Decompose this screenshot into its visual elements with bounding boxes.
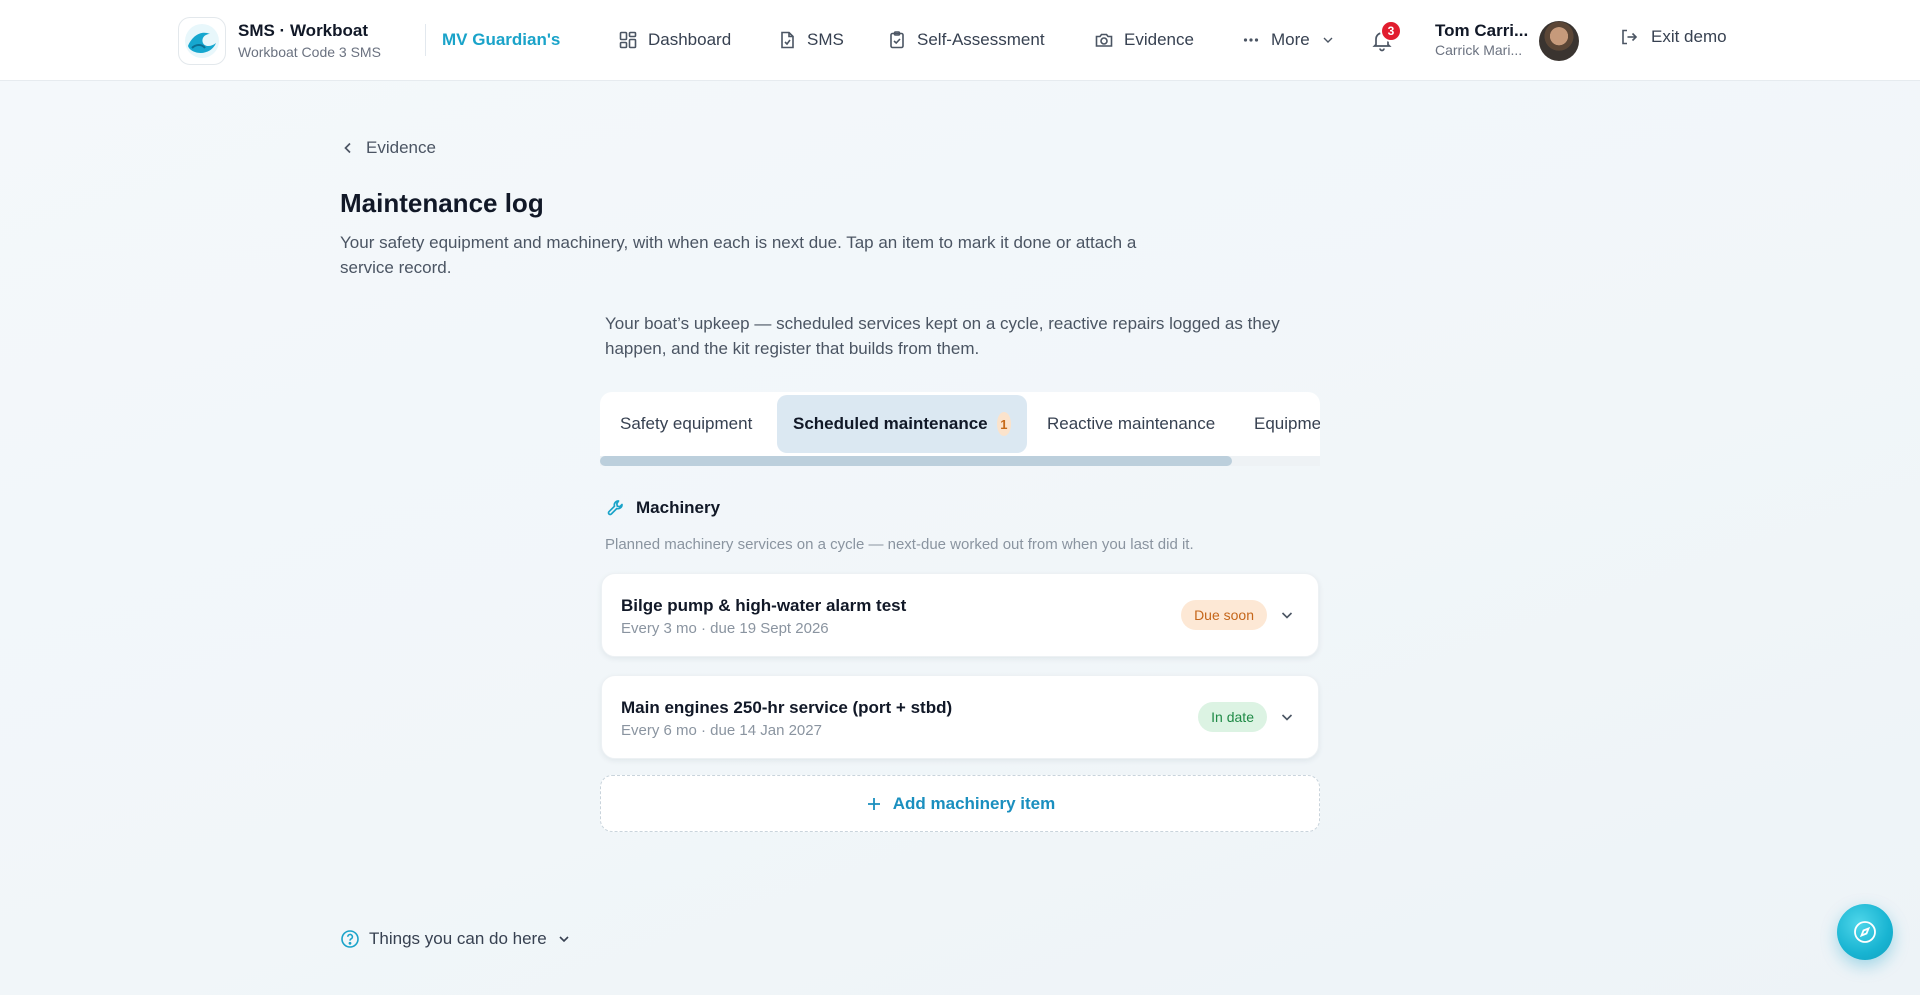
avatar[interactable] (1539, 21, 1579, 61)
clipboard-check-icon (890, 31, 904, 49)
wave-logo-icon (185, 24, 219, 58)
compass-assistant-button[interactable] (1837, 904, 1893, 960)
chevron-down-icon[interactable] (1278, 708, 1296, 726)
intro-text: Your boat’s upkeep — scheduled services … (605, 314, 1280, 358)
section-title: Machinery (636, 498, 721, 517)
tab-label: Equipme (1254, 414, 1320, 433)
item-schedule: Every 3 mo · due 19 Sept 2026 (621, 620, 829, 637)
chevron-down-icon (1323, 37, 1333, 43)
nav-self-assessment[interactable]: Self-Assessment (887, 27, 1045, 53)
item-title: Bilge pump & high-water alarm test (621, 596, 907, 615)
help-toggle-label: Things you can do here (369, 929, 547, 948)
vessel-selector[interactable]: MV Guardian's (442, 30, 560, 50)
question-circle-icon (341, 930, 359, 948)
section-description: Planned machinery services on a cycle — … (605, 536, 1194, 553)
tab-label: Safety equipment (620, 414, 753, 433)
brand-title: SMS · Workboat (238, 21, 369, 40)
maintenance-item-card[interactable]: Main engines 250-hr service (port + stbd… (601, 675, 1319, 759)
chevron-down-icon[interactable] (1278, 606, 1296, 624)
top-nav-bar: SMS · Workboat Workboat Code 3 SMS MV Gu… (0, 0, 1920, 81)
dashboard-icon (619, 31, 637, 49)
wrench-icon (607, 500, 623, 516)
status-badge-in-date: In date (1198, 702, 1267, 732)
item-schedule: Every 6 mo · due 14 Jan 2027 (621, 722, 822, 739)
more-dots-icon (1243, 38, 1259, 42)
maintenance-item-card[interactable]: Bilge pump & high-water alarm test Every… (601, 573, 1319, 657)
exit-demo-button[interactable]: Exit demo (1619, 27, 1727, 47)
tab-safety-equipment[interactable]: Safety equipment (604, 395, 768, 453)
tab-equipment[interactable]: Equipme (1238, 395, 1320, 453)
brand-logo[interactable] (178, 17, 226, 65)
back-link-label: Evidence (366, 138, 436, 157)
tab-label: Reactive maintenance (1047, 414, 1216, 433)
nav-dashboard[interactable]: Dashboard (618, 27, 731, 53)
help-toggle[interactable]: Things you can do here (340, 929, 572, 949)
nav-divider (425, 24, 426, 56)
add-machinery-item-label: Add machinery item (892, 793, 1056, 813)
back-link[interactable]: Evidence (340, 138, 436, 158)
page-title: Maintenance log (340, 188, 544, 218)
plus-icon (867, 797, 880, 810)
exit-demo-label: Exit demo (1651, 27, 1727, 46)
chevron-left-icon (344, 142, 351, 154)
page-description: Your safety equipment and machinery, wit… (340, 233, 1137, 277)
tab-label: Scheduled maintenance (793, 414, 988, 433)
section-header: Machinery (606, 498, 720, 518)
compass-icon (1854, 921, 1876, 943)
nav-dashboard-label: Dashboard (648, 30, 732, 49)
nav-sms-label: SMS (807, 30, 844, 49)
nav-self-assessment-label: Self-Assessment (917, 30, 1045, 49)
tab-count-badge: 1 (996, 412, 1011, 436)
tab-strip: Safety equipment Scheduled maintenance 1… (600, 392, 1320, 460)
tabs-scrollbar-thumb[interactable] (600, 456, 1232, 466)
tab-reactive-maintenance[interactable]: Reactive maintenance (1031, 395, 1231, 453)
user-name[interactable]: Tom Carri... (1435, 21, 1528, 41)
nav-evidence[interactable]: Evidence (1094, 27, 1194, 53)
notification-badge: 3 (1380, 20, 1402, 42)
tab-scheduled-maintenance[interactable]: Scheduled maintenance 1 (777, 395, 1027, 453)
chevron-down-icon (559, 936, 569, 943)
status-badge-due-soon: Due soon (1181, 600, 1267, 630)
nav-more-label: More (1271, 30, 1310, 49)
user-organisation: Carrick Mari... (1435, 42, 1523, 58)
nav-sms[interactable]: SMS (777, 27, 844, 53)
item-title: Main engines 250-hr service (port + stbd… (621, 698, 953, 717)
camera-icon (1095, 33, 1113, 47)
document-icon (781, 31, 794, 49)
logout-icon (1622, 29, 1638, 45)
nav-more[interactable]: More (1241, 27, 1336, 53)
nav-evidence-label: Evidence (1124, 30, 1194, 49)
add-machinery-item-button[interactable]: Add machinery item (600, 775, 1320, 832)
brand-subtitle: Workboat Code 3 SMS (238, 44, 381, 60)
